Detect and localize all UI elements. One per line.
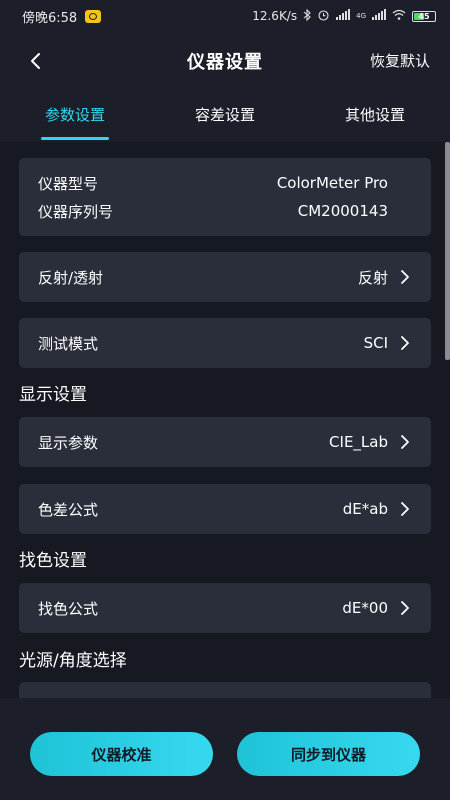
reflect-transmit-value-group: 反射 bbox=[358, 267, 412, 288]
display-parameter-value: CIE_Lab bbox=[329, 433, 388, 451]
chevron-left-icon bbox=[31, 53, 40, 69]
find-color-formula-value-group: dE*00 bbox=[342, 599, 412, 617]
wifi-icon bbox=[392, 9, 406, 23]
tab-other-settings[interactable]: 其他设置 bbox=[300, 96, 450, 142]
reflect-transmit-value: 反射 bbox=[357, 268, 388, 287]
test-mode-value: SCI bbox=[363, 334, 388, 352]
status-left: 傍晚6:58 bbox=[22, 7, 102, 26]
sync-to-device-button[interactable]: 同步到仪器 bbox=[237, 732, 420, 776]
tab-bar: 参数设置 容差设置 其他设置 bbox=[0, 96, 450, 142]
status-bar: 傍晚6:58 12.6K/s 4G 45 bbox=[0, 0, 450, 32]
light-source-angle-title: 光源/角度选择 bbox=[19, 651, 127, 671]
device-serial-label: 仪器序列号 bbox=[38, 202, 114, 221]
network-type-label: 4G bbox=[356, 12, 366, 20]
device-model-label: 仪器型号 bbox=[38, 174, 99, 193]
find-color-formula-label: 找色公式 bbox=[38, 599, 99, 618]
reflect-transmit-row[interactable]: 反射/透射 反射 bbox=[19, 252, 431, 302]
color-difference-formula-value-group: dE*ab bbox=[343, 500, 412, 518]
display-parameter-label: 显示参数 bbox=[38, 433, 99, 452]
settings-content[interactable]: 仪器型号 ColorMeter Pro 仪器序列号 CM2000143 反射/透… bbox=[0, 142, 450, 698]
display-settings-title: 显示设置 bbox=[19, 385, 87, 405]
test-mode-row[interactable]: 测试模式 SCI bbox=[19, 318, 431, 368]
back-button[interactable] bbox=[22, 48, 48, 74]
find-color-formula-value: dE*00 bbox=[342, 599, 388, 617]
color-difference-formula-content: 色差公式 dE*ab bbox=[19, 484, 431, 534]
reflect-transmit-label: 反射/透射 bbox=[38, 268, 104, 287]
status-right: 12.6K/s 4G 45 bbox=[252, 8, 436, 24]
bottom-action-bar: 仪器校准 同步到仪器 bbox=[0, 698, 450, 800]
device-info-card: 仪器型号 ColorMeter Pro 仪器序列号 CM2000143 bbox=[19, 158, 431, 236]
chevron-right-icon bbox=[398, 334, 412, 352]
display-parameter-row[interactable]: 显示参数 CIE_Lab bbox=[19, 417, 431, 467]
header: 仪器设置 恢复默认 bbox=[0, 32, 450, 90]
chevron-right-icon bbox=[398, 500, 412, 518]
test-mode-label: 测试模式 bbox=[38, 334, 99, 353]
tab-parameter-settings[interactable]: 参数设置 bbox=[0, 96, 150, 142]
calibrate-button[interactable]: 仪器校准 bbox=[30, 732, 213, 776]
net-speed: 12.6K/s bbox=[252, 9, 298, 23]
color-difference-formula-value: dE*ab bbox=[342, 500, 388, 518]
battery-icon: 45 bbox=[412, 10, 436, 22]
signal-icon-2 bbox=[372, 9, 386, 23]
chevron-right-icon bbox=[398, 599, 412, 617]
status-time: 傍晚6:58 bbox=[22, 10, 78, 26]
color-difference-formula-row[interactable]: 色差公式 dE*ab bbox=[19, 484, 431, 534]
test-mode-value-group: SCI bbox=[364, 334, 412, 352]
test-mode-content: 测试模式 SCI bbox=[19, 318, 431, 368]
chevron-right-icon bbox=[398, 268, 412, 286]
device-model-row: 仪器型号 ColorMeter Pro bbox=[19, 170, 431, 196]
color-difference-formula-label: 色差公式 bbox=[38, 500, 99, 519]
bluetooth-icon bbox=[303, 8, 311, 24]
page-title: 仪器设置 bbox=[187, 52, 263, 73]
device-serial-row: 仪器序列号 CM2000143 bbox=[19, 198, 431, 224]
tab-tolerance-settings[interactable]: 容差设置 bbox=[150, 96, 300, 142]
find-color-formula-row[interactable]: 找色公式 dE*00 bbox=[19, 583, 431, 633]
device-model-value: ColorMeter Pro bbox=[276, 174, 388, 192]
scrollbar[interactable] bbox=[445, 142, 450, 360]
alarm-icon bbox=[317, 9, 330, 24]
signal-icon bbox=[336, 9, 351, 23]
device-serial-value: CM2000143 bbox=[297, 202, 388, 220]
battery-level: 45 bbox=[418, 11, 430, 21]
chevron-right-icon bbox=[398, 433, 412, 451]
find-color-formula-content: 找色公式 dE*00 bbox=[19, 583, 431, 633]
display-parameter-content: 显示参数 CIE_Lab bbox=[19, 417, 431, 467]
app-notification-icon bbox=[85, 9, 102, 23]
reflect-transmit-content: 反射/透射 反射 bbox=[19, 252, 431, 302]
light-source-row-partial[interactable] bbox=[19, 682, 431, 698]
find-color-settings-title: 找色设置 bbox=[19, 551, 87, 571]
restore-defaults-button[interactable]: 恢复默认 bbox=[370, 50, 430, 71]
display-parameter-value-group: CIE_Lab bbox=[329, 433, 412, 451]
